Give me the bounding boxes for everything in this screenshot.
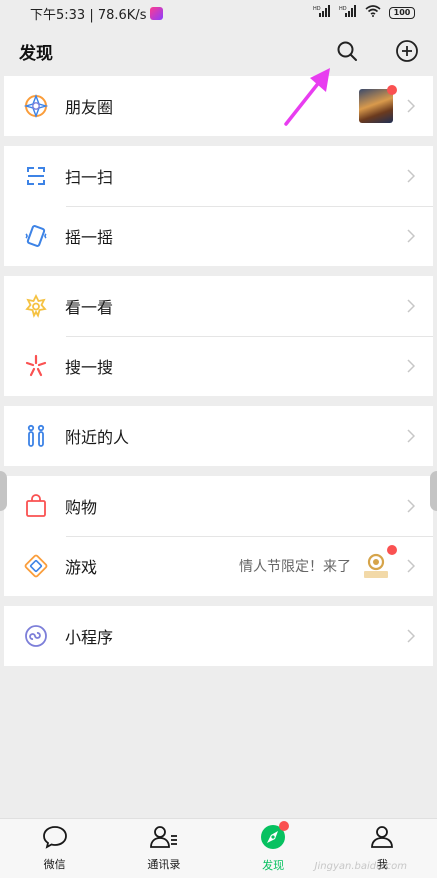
shopping-bag-icon [23,493,49,519]
group-moments: 朋友圈 [4,76,433,136]
tab-contacts[interactable]: 通讯录 [119,825,209,872]
svg-text:HD: HD [313,6,321,12]
row-games[interactable]: 游戏 情人节限定！来了 [4,536,433,596]
plus-circle-icon[interactable] [395,39,419,63]
scan-icon [23,163,49,189]
games-thumbnail [359,545,397,583]
battery-indicator: 100 [389,7,415,19]
games-red-dot [387,545,397,555]
tab-label-chats: 微信 [43,858,66,871]
watermark: Jingyan.baidu.com [314,861,407,872]
group-scan-shake: 扫一扫 摇一摇 [4,146,433,266]
mini-programs-icon [23,623,49,649]
chevron-right-icon [405,165,417,187]
me-icon [369,825,395,853]
tab-discover[interactable]: 发现 [228,821,318,873]
status-bar: 下午5:33 | 78.6K/s HD HD 100 [0,0,437,26]
group-shopping-games: 购物 游戏 情人节限定！来了 [4,476,433,596]
header: 发现 [0,26,437,76]
tab-chats[interactable]: 微信 [10,825,100,872]
chat-icon [42,825,68,853]
chevron-right-icon [405,95,417,117]
chevron-right-icon [405,625,417,647]
search-discover-icon [23,353,49,379]
row-search-discover[interactable]: 搜一搜 [4,336,433,396]
row-label-mini-programs: 小程序 [65,628,114,647]
group-mini-programs: 小程序 [4,606,433,666]
signal-icon-2: HD [339,5,357,21]
games-promo-text: 情人节限定！来了 [239,559,351,575]
group-look-search: 看一看 搜一搜 [4,276,433,396]
wifi-icon [365,5,381,21]
tab-label-discover: 发现 [262,859,285,872]
row-moments[interactable]: 朋友圈 [4,76,433,136]
game-logo-icon [359,549,393,583]
top-stories-icon [23,293,49,319]
discover-red-dot [279,821,290,831]
row-label-games: 游戏 [65,558,98,577]
row-label-shopping: 购物 [65,498,98,517]
side-handle-left[interactable] [0,471,7,511]
row-label-people-nearby: 附近的人 [65,428,130,447]
row-top-stories[interactable]: 看一看 [4,276,433,336]
games-icon [23,553,49,579]
row-label-search-discover: 搜一搜 [65,358,114,377]
row-label-scan: 扫一扫 [65,168,114,187]
svg-text:HD: HD [339,6,347,12]
row-label-top-stories: 看一看 [65,298,114,317]
signal-icon: HD [313,5,331,21]
tab-label-contacts: 通讯录 [147,858,181,871]
people-nearby-icon [23,423,49,449]
chevron-right-icon [405,555,417,577]
moments-thumbnail [359,85,397,123]
group-people-nearby: 附近的人 [4,406,433,466]
chevron-right-icon [405,295,417,317]
contacts-icon [149,825,179,853]
row-scan[interactable]: 扫一扫 [4,146,433,206]
app-notification-icon [150,6,164,20]
row-people-nearby[interactable]: 附近的人 [4,406,433,466]
page-title: 发现 [19,43,53,64]
row-mini-programs[interactable]: 小程序 [4,606,433,666]
moments-icon [23,93,49,119]
status-time-speed: 下午5:33 | 78.6K/s [30,7,147,23]
row-shake[interactable]: 摇一摇 [4,206,433,266]
row-label-shake: 摇一摇 [65,228,114,247]
chevron-right-icon [405,225,417,247]
pointer-arrow-annotation [280,66,336,134]
chevron-right-icon [405,355,417,377]
moments-red-dot [387,85,397,95]
side-handle-right[interactable] [430,471,437,511]
moments-avatar [359,89,393,123]
chevron-right-icon [405,425,417,447]
chevron-right-icon [405,495,417,517]
shake-icon [23,223,49,249]
row-shopping[interactable]: 购物 [4,476,433,536]
search-icon[interactable] [335,39,359,63]
